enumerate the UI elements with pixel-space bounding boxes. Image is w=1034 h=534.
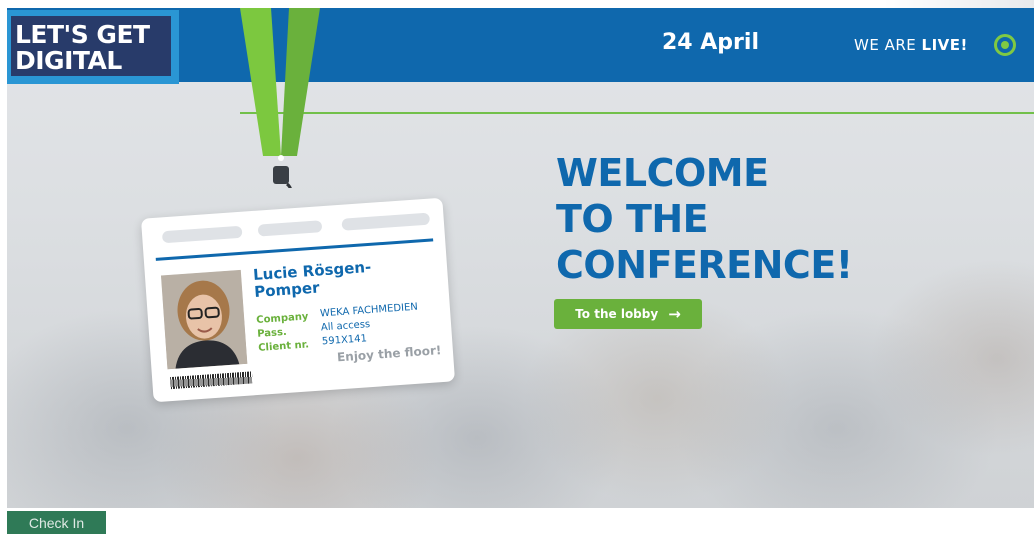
live-prefix: WE ARE [854, 36, 922, 54]
lanyard-strap-right [281, 8, 320, 156]
event-date: 24 April [662, 30, 759, 55]
check-in-button[interactable]: Check In [7, 511, 106, 534]
arrow-right-icon: → [668, 304, 681, 323]
attendee-photo [160, 269, 248, 370]
event-logo-box: LET'S GET DIGITAL [11, 16, 171, 76]
badge-field-value: All access [320, 319, 371, 334]
badge-field-label: Pass. [256, 326, 288, 340]
attendee-photo-art [160, 269, 248, 370]
lanyard-grommet [278, 155, 284, 161]
badge-field-value: WEKA FACHMEDIEN [319, 301, 419, 320]
check-in-label: Check In [28, 514, 85, 531]
lanyard-strap [240, 8, 281, 156]
badge-field-label: Company [255, 311, 309, 326]
badge-slot [257, 220, 323, 237]
lanyard-illustration [240, 8, 320, 188]
welcome-headline: WELCOME TO THE CONFERENCE! [556, 150, 853, 288]
logo-line-2: DIGITAL [15, 46, 122, 75]
event-logo[interactable]: LET'S GET DIGITAL [7, 10, 179, 84]
live-indicator: WE ARE LIVE! [854, 36, 968, 54]
lanyard-hook [285, 182, 292, 188]
logo-line-1: LET'S GET [15, 20, 150, 49]
to-lobby-button[interactable]: To the lobby → [554, 299, 702, 329]
badge-field-value: 591X141 [321, 333, 368, 348]
welcome-line-2: TO THE [556, 197, 709, 241]
conference-stage: LET'S GET DIGITAL 24 April WE ARE LIVE! [7, 8, 1034, 508]
badge-barcode [170, 371, 253, 390]
header-bar: LET'S GET DIGITAL 24 April WE ARE LIVE! [7, 8, 1034, 84]
badge-slot [161, 225, 243, 244]
top-strip [0, 0, 1034, 8]
green-divider [240, 112, 1034, 114]
attendee-name: Lucie Rösgen-Pomper [252, 257, 372, 302]
attendee-badge: Lucie Rösgen-Pomper Company WEKA FACHMED… [140, 197, 456, 403]
live-target-icon [994, 34, 1016, 56]
welcome-line-1: WELCOME [556, 151, 769, 195]
lanyard-clip [273, 166, 289, 184]
badge-slot [341, 212, 431, 231]
badge-tagline: Enjoy the floor! [336, 343, 442, 365]
top-strip-corner [884, 0, 1034, 8]
live-emphasis: LIVE! [921, 36, 968, 54]
welcome-line-3: CONFERENCE! [556, 243, 853, 287]
to-lobby-label: To the lobby [575, 307, 659, 321]
badge-field-label: Client nr. [257, 339, 310, 354]
